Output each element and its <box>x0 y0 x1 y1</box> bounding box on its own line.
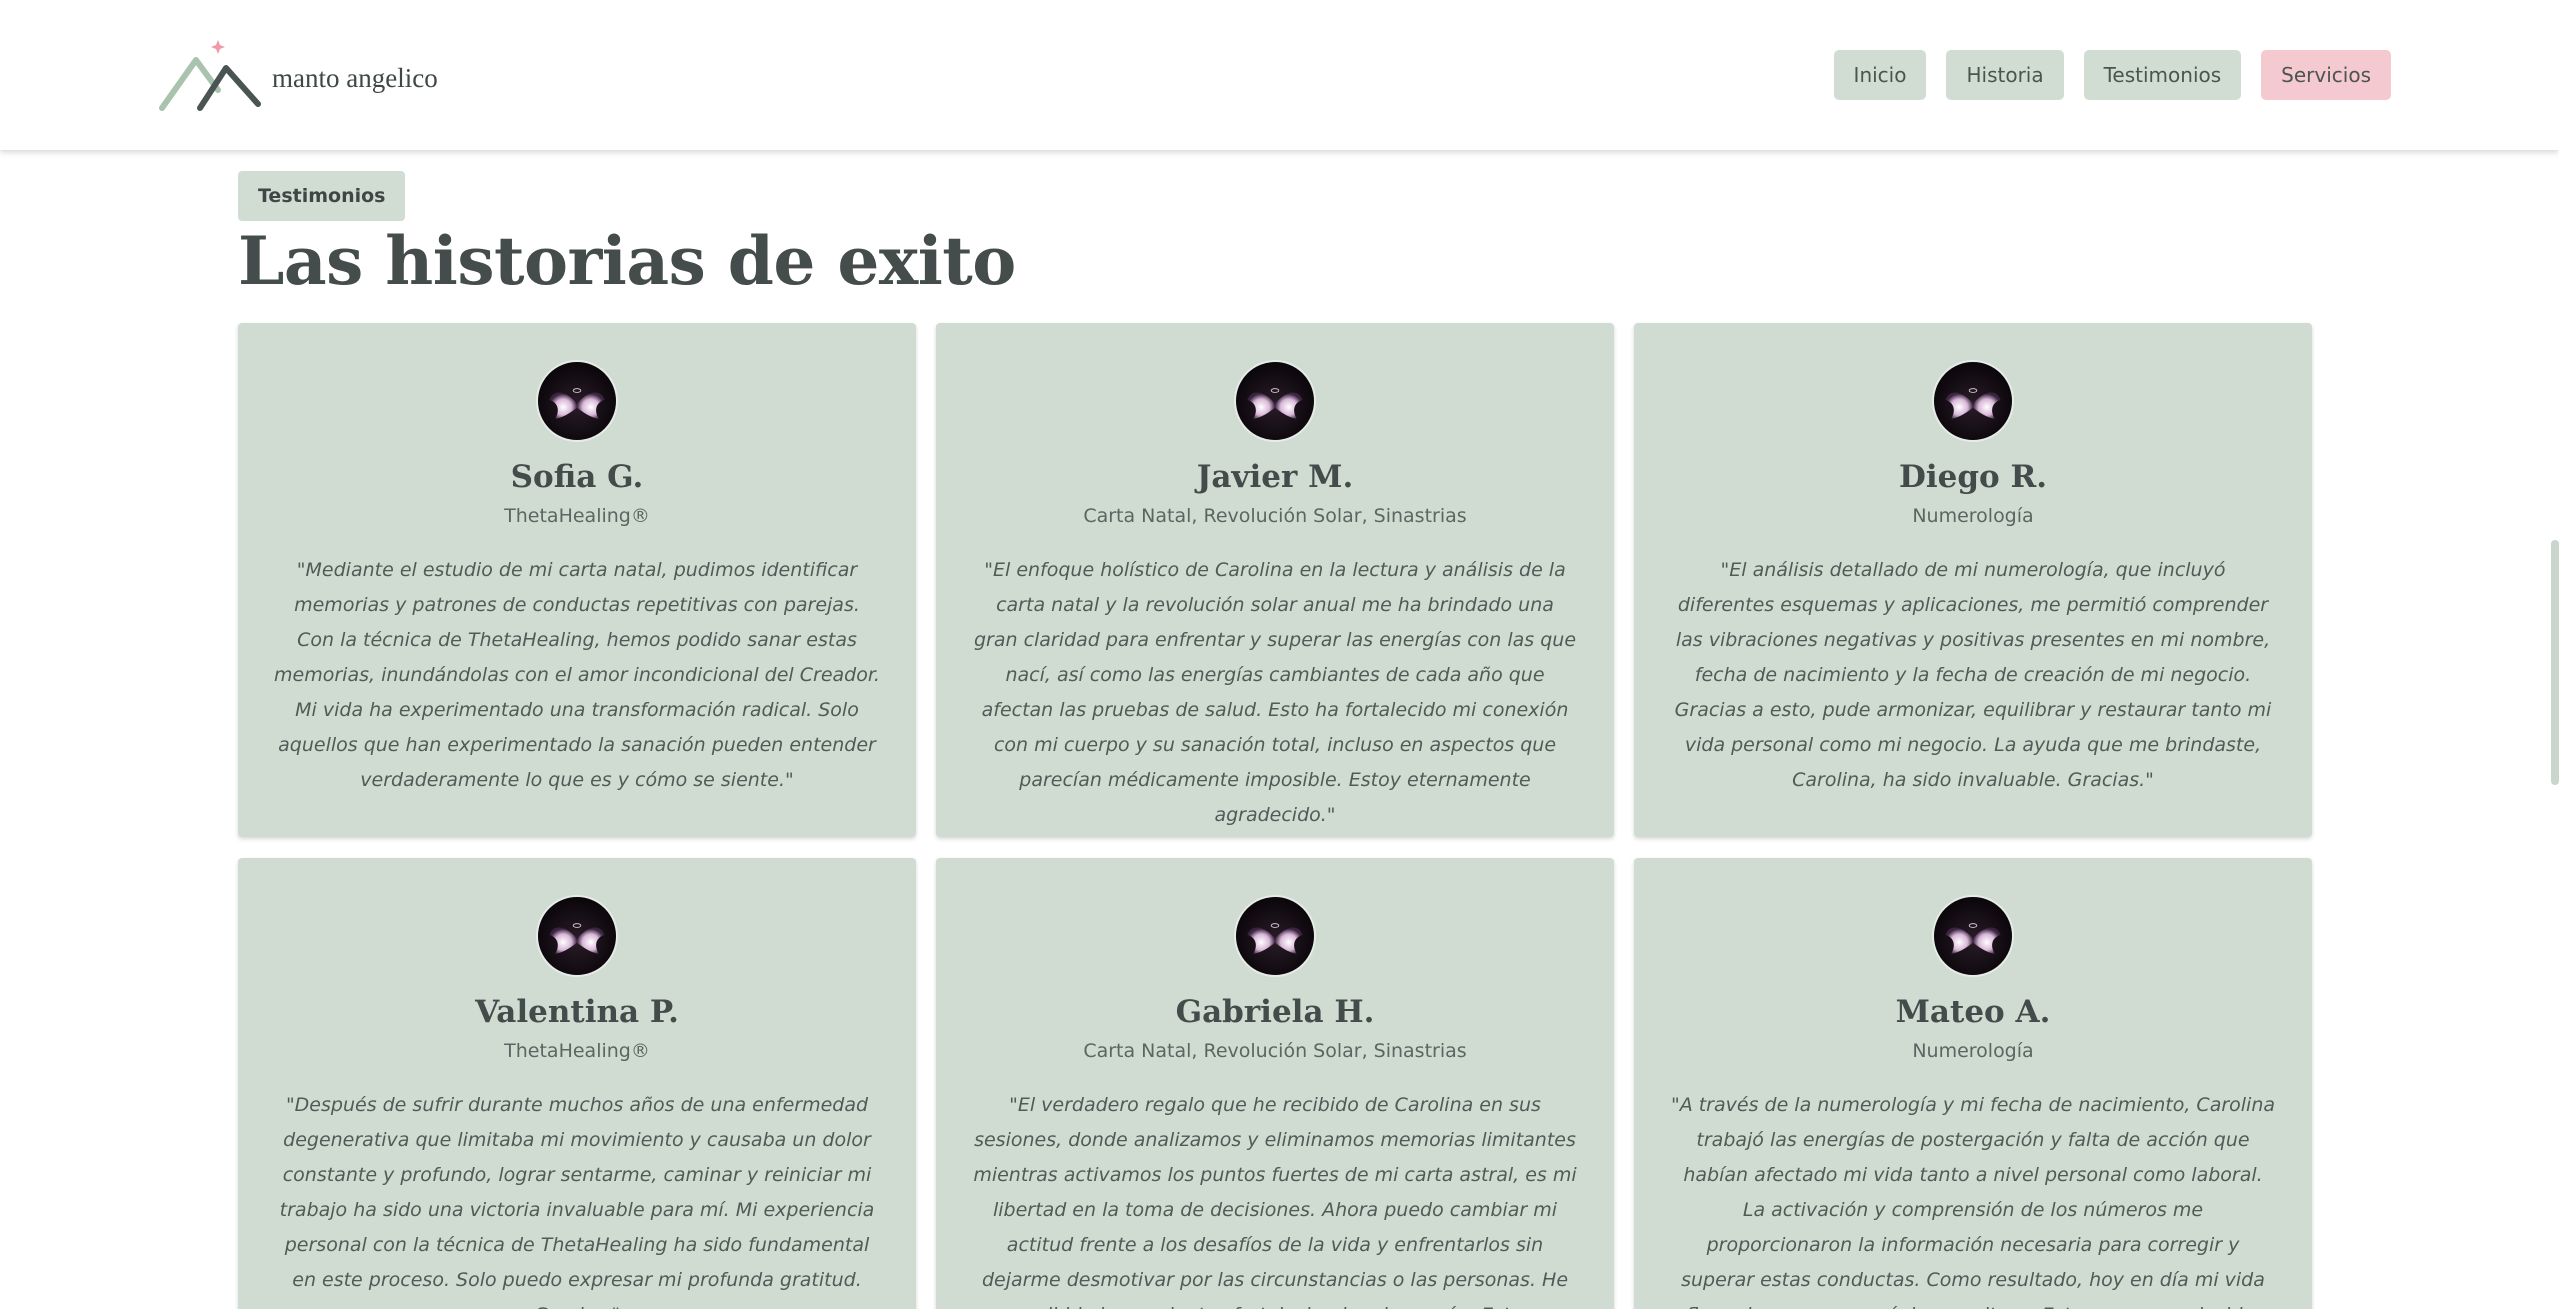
angel-wings-icon <box>1945 923 2001 955</box>
testimonial-service: ThetaHealing® <box>504 505 650 527</box>
testimonial-name: Gabriela H. <box>1175 994 1375 1030</box>
testimonial-quote: "Mediante el estudio de mi carta natal, … <box>274 559 880 791</box>
mountain-logo-icon <box>159 40 261 111</box>
nav-historia-button[interactable]: Historia <box>1946 50 2064 100</box>
section-tag: Testimonios <box>238 171 406 221</box>
testimonial-service: Carta Natal, Revolución Solar, Sinastria… <box>1083 505 1467 527</box>
nav-servicios-button[interactable]: Servicios <box>2261 50 2391 100</box>
angel-wings-icon <box>549 923 605 955</box>
site-header: manto angelico Inicio Historia Testimoni… <box>0 0 2559 150</box>
avatar <box>1932 360 2014 442</box>
testimonial-name: Valentina P. <box>475 994 679 1030</box>
scrollbar-thumb[interactable] <box>2551 540 2559 785</box>
avatar <box>1234 360 1316 442</box>
testimonial-quote: "A través de la numerología y mi fecha d… <box>1670 1094 2276 1309</box>
angel-wings-icon <box>1247 923 1303 955</box>
testimonial-quote: "El enfoque holístico de Carolina en la … <box>973 559 1577 826</box>
testimonial-card: Valentina P. ThetaHealing® "Después de s… <box>238 858 916 1309</box>
testimonial-name: Mateo A. <box>1895 994 2051 1030</box>
nav-inicio-button[interactable]: Inicio <box>1833 50 1927 100</box>
testimonial-name: Javier M. <box>1196 459 1354 495</box>
angel-wings-icon <box>549 388 605 420</box>
testimonial-quote: "El verdadero regalo que he recibido de … <box>973 1094 1577 1309</box>
avatar <box>1932 895 2014 977</box>
testimonial-service: ThetaHealing® <box>504 1040 650 1062</box>
testimonial-service: Numerología <box>1912 1040 2034 1062</box>
nav-testimonios-button[interactable]: Testimonios <box>2083 50 2242 100</box>
avatar <box>536 895 618 977</box>
testimonial-name: Sofia G. <box>510 459 644 495</box>
testimonial-quote: "El análisis detallado de mi numerología… <box>1674 559 2272 791</box>
testimonial-card: Mateo A. Numerología "A través de la num… <box>1634 858 2312 1309</box>
testimonial-card: Gabriela H. Carta Natal, Revolución Sola… <box>936 858 1614 1309</box>
brand-name: manto angelico <box>272 62 438 93</box>
testimonial-service: Numerología <box>1912 505 2034 527</box>
section-title: Las historias de exito <box>238 222 1016 300</box>
testimonial-card: Sofia G. ThetaHealing® "Mediante el estu… <box>238 323 916 837</box>
avatar <box>536 360 618 442</box>
testimonial-card: Javier M. Carta Natal, Revolución Solar,… <box>936 323 1614 837</box>
testimonial-card: Diego R. Numerología "El análisis detall… <box>1634 323 2312 837</box>
testimonial-quote: "Después de sufrir durante muchos años d… <box>279 1094 875 1309</box>
brand-logo-link[interactable]: manto angelico <box>158 38 438 112</box>
testimonial-name: Diego R. <box>1898 459 2048 495</box>
angel-wings-icon <box>1945 388 2001 420</box>
angel-wings-icon <box>1247 388 1303 420</box>
main-nav: Inicio Historia Testimonios Servicios <box>1833 50 2391 100</box>
avatar <box>1234 895 1316 977</box>
testimonial-service: Carta Natal, Revolución Solar, Sinastria… <box>1083 1040 1467 1062</box>
